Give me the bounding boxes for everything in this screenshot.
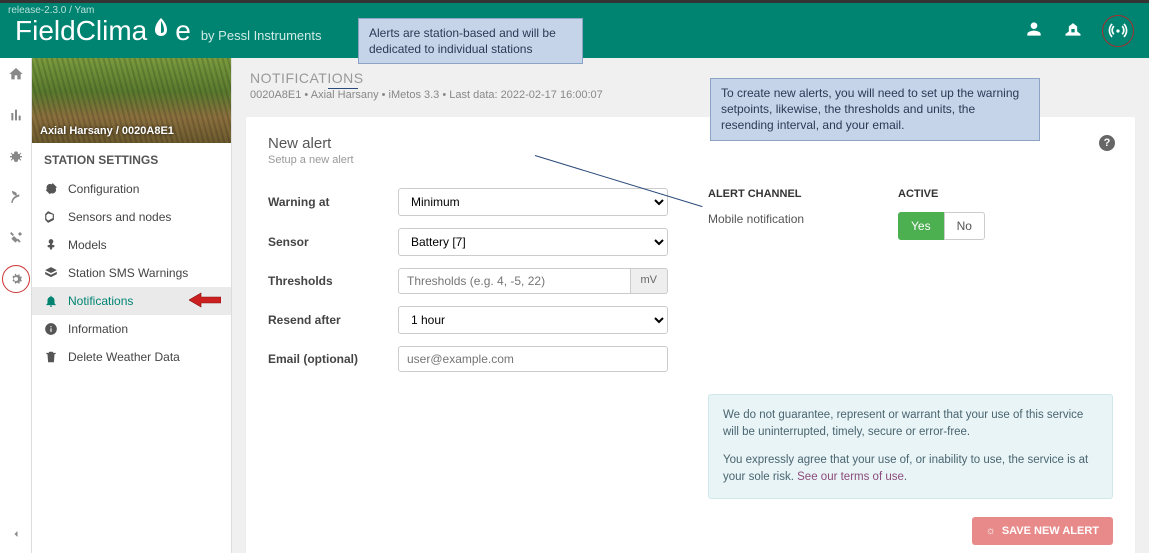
icon-rail — [0, 58, 32, 553]
sidebar-item-models[interactable]: Models — [32, 231, 231, 259]
satellite-icon[interactable] — [8, 230, 24, 249]
warning-at-select[interactable]: Minimum — [398, 188, 668, 216]
active-no-button[interactable]: No — [944, 212, 985, 240]
release-tag: release-2.3.0 / Yam — [8, 5, 94, 16]
pointer-arrow-icon — [189, 292, 221, 311]
sidebar-label: Station SMS Warnings — [68, 266, 188, 280]
active-heading: ACTIVE — [898, 188, 985, 200]
broadcast-icon[interactable] — [1102, 15, 1134, 47]
sidebar-label: Information — [68, 322, 128, 336]
station-banner: Axial Harsany / 0020A8E1 — [32, 58, 231, 143]
save-new-alert-button[interactable]: ☼ SAVE NEW ALERT — [972, 517, 1113, 545]
logo[interactable]: FieldClima e by Pessl Instruments — [15, 15, 321, 47]
sidebar-item-information[interactable]: Information — [32, 315, 231, 343]
label-resend: Resend after — [268, 313, 398, 327]
sidebar-label: Delete Weather Data — [68, 350, 180, 364]
sidebar-label: Notifications — [68, 294, 133, 308]
label-warning-at: Warning at — [268, 195, 398, 209]
thresholds-unit: mV — [631, 268, 669, 294]
active-yes-button[interactable]: Yes — [898, 212, 944, 240]
settings-icon[interactable] — [2, 265, 30, 293]
sidebar-item-sms[interactable]: Station SMS Warnings — [32, 259, 231, 287]
disclaimer-box: We do not guarantee, represent or warran… — [708, 394, 1113, 499]
sidebar-label: Configuration — [68, 182, 139, 196]
alert-channel-heading: ALERT CHANNEL — [708, 188, 858, 200]
label-sensor: Sensor — [268, 235, 398, 249]
farm-icon[interactable] — [1062, 19, 1084, 42]
bug-icon[interactable] — [8, 148, 24, 167]
sidebar: Axial Harsany / 0020A8E1 STATION SETTING… — [32, 58, 232, 553]
email-input[interactable] — [398, 346, 668, 372]
alert-channel-text: Mobile notification — [708, 212, 858, 226]
annotation-line — [328, 88, 358, 89]
sidebar-item-delete[interactable]: Delete Weather Data — [32, 343, 231, 371]
collapse-icon[interactable] — [10, 528, 22, 543]
active-toggle[interactable]: Yes No — [898, 212, 985, 240]
sidebar-item-notifications[interactable]: Notifications — [32, 287, 231, 315]
sidebar-item-sensors[interactable]: Sensors and nodes — [32, 203, 231, 231]
terms-link[interactable]: See our terms of use — [797, 471, 904, 483]
user-icon[interactable] — [1024, 19, 1044, 42]
annotation-2: To create new alerts, you will need to s… — [710, 78, 1040, 141]
sidebar-item-configuration[interactable]: Configuration — [32, 175, 231, 203]
home-icon[interactable] — [8, 66, 24, 85]
thresholds-input[interactable] — [398, 268, 631, 294]
sidebar-label: Models — [68, 238, 107, 252]
sensor-select[interactable]: Battery [7] — [398, 228, 668, 256]
label-email: Email (optional) — [268, 352, 398, 366]
annotation-1: Alerts are station-based and will be ded… — [358, 18, 583, 64]
label-thresholds: Thresholds — [268, 274, 398, 288]
resend-select[interactable]: 1 hour — [398, 306, 668, 334]
card-subtitle: Setup a new alert — [268, 154, 1113, 166]
leaf-icon — [149, 16, 173, 40]
eco-icon[interactable] — [8, 189, 24, 208]
new-alert-card: ? New alert Setup a new alert Warning at… — [246, 117, 1135, 553]
sidebar-heading: STATION SETTINGS — [32, 143, 231, 175]
sun-icon: ☼ — [986, 525, 996, 537]
help-icon[interactable]: ? — [1099, 135, 1115, 151]
chart-icon[interactable] — [8, 107, 24, 126]
sidebar-label: Sensors and nodes — [68, 210, 171, 224]
